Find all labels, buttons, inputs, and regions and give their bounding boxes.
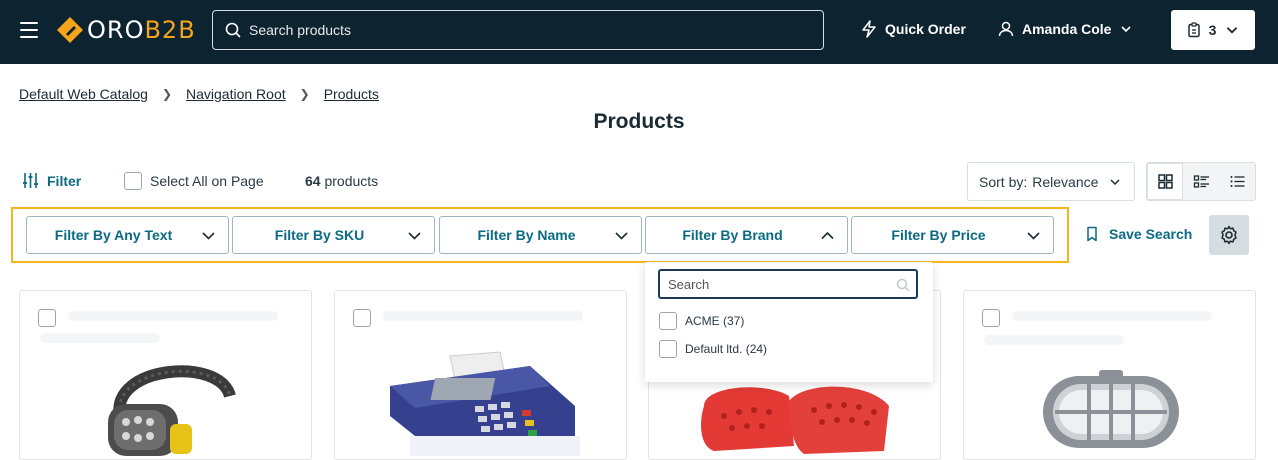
- save-search-label: Save Search: [1109, 226, 1193, 242]
- chevron-down-icon: [1110, 178, 1120, 185]
- breadcrumb-link-root[interactable]: Navigation Root: [186, 86, 286, 102]
- product-search-bar[interactable]: [212, 10, 824, 50]
- list-detailed-icon: [1193, 175, 1209, 188]
- breadcrumb-link-products[interactable]: Products: [324, 86, 379, 102]
- filter-name-label: Filter By Name: [477, 227, 576, 243]
- chevron-down-icon: [615, 232, 628, 240]
- chevron-right-icon: ❯: [299, 87, 310, 101]
- red-clogs-product-image: [701, 386, 889, 454]
- breadcrumb: Default Web Catalog ❯ Navigation Root ❯ …: [19, 86, 379, 102]
- grid-view-button[interactable]: [1147, 163, 1183, 200]
- filter-any-text-button[interactable]: Filter By Any Text: [26, 216, 229, 254]
- filter-brand-label: Filter By Brand: [682, 227, 783, 243]
- filter-brand-button[interactable]: Filter By Brand: [645, 216, 848, 254]
- product-card[interactable]: [334, 290, 627, 460]
- hamburger-menu-icon[interactable]: [20, 22, 38, 38]
- save-search-button[interactable]: Save Search: [1084, 226, 1192, 242]
- bulkhead-lamp-product-image: [1043, 370, 1179, 448]
- brand-option-checkbox[interactable]: [659, 340, 677, 358]
- search-icon: [225, 22, 241, 38]
- product-select-checkbox[interactable]: [353, 309, 371, 327]
- view-mode-switcher: [1146, 162, 1256, 201]
- brand-option-checkbox[interactable]: [659, 312, 677, 330]
- search-icon: [896, 278, 910, 292]
- gear-icon: [1221, 225, 1237, 245]
- product-card[interactable]: [963, 290, 1256, 460]
- product-select-checkbox[interactable]: [982, 309, 1000, 327]
- brand-option-label: Default ltd. (24): [685, 342, 768, 356]
- compact-list-view-button[interactable]: [1219, 163, 1255, 200]
- product-count: 64 products: [305, 173, 378, 189]
- filter-sku-button[interactable]: Filter By SKU: [232, 216, 435, 254]
- chevron-down-icon: [202, 232, 215, 240]
- card-terminal-product-image: [390, 351, 580, 456]
- clipboard-icon: [1187, 22, 1200, 38]
- grid-icon: [1157, 174, 1173, 189]
- select-all-label: Select All on Page: [150, 173, 264, 189]
- filter-name-button[interactable]: Filter By Name: [439, 216, 642, 254]
- search-input[interactable]: [249, 22, 789, 38]
- breadcrumb-link-catalog[interactable]: Default Web Catalog: [19, 86, 148, 102]
- select-all-on-page[interactable]: Select All on Page: [124, 172, 264, 190]
- filter-toggle-button[interactable]: Filter: [22, 172, 81, 189]
- brand-option-default-ltd[interactable]: Default ltd. (24): [659, 340, 767, 358]
- brand-option-label: ACME (37): [685, 314, 745, 328]
- filter-sku-label: Filter By SKU: [274, 227, 365, 243]
- logo[interactable]: OROB2B: [56, 14, 196, 46]
- logo-mark-icon: [57, 17, 83, 43]
- brand-search-input[interactable]: [668, 276, 888, 292]
- product-count-number: 64: [305, 173, 321, 189]
- select-all-checkbox[interactable]: [124, 172, 142, 190]
- list-view-button[interactable]: [1183, 163, 1219, 200]
- chevron-up-icon: [821, 231, 834, 240]
- brand-filter-dropdown: ACME (37) Default ltd. (24): [645, 262, 933, 382]
- user-menu[interactable]: Amanda Cole: [997, 20, 1133, 38]
- brand-option-acme[interactable]: ACME (37): [659, 312, 744, 330]
- quick-order-label: Quick Order: [885, 21, 966, 37]
- logo-text-oro: ORO: [87, 16, 145, 44]
- top-navigation-bar: OROB2B Quick Order Amanda Cole 3: [0, 0, 1278, 64]
- sort-value: Relevance: [1032, 173, 1099, 190]
- filter-settings-button[interactable]: [1209, 215, 1249, 255]
- filter-price-label: Filter By Price: [891, 227, 986, 243]
- product-count-suffix: products: [324, 173, 379, 189]
- filter-label: Filter: [47, 172, 82, 189]
- product-card[interactable]: [19, 290, 312, 460]
- filter-any-text-label: Filter By Any Text: [54, 227, 173, 243]
- sliders-icon: [23, 173, 38, 188]
- chevron-down-icon: [1121, 26, 1132, 33]
- headlamp-product-image: [108, 365, 236, 456]
- shopping-list-button[interactable]: 3: [1171, 10, 1255, 50]
- lightning-icon: [862, 20, 876, 38]
- filter-price-button[interactable]: Filter By Price: [851, 216, 1054, 254]
- bookmark-icon: [1087, 226, 1097, 242]
- sort-label: Sort by:: [979, 173, 1028, 190]
- chevron-down-icon: [1027, 232, 1040, 240]
- shopping-list-count: 3: [1208, 22, 1217, 38]
- logo-text-b2b: B2B: [144, 16, 196, 44]
- quick-order-link[interactable]: Quick Order: [860, 20, 966, 38]
- product-select-checkbox[interactable]: [38, 309, 56, 327]
- list-icon: [1230, 176, 1244, 187]
- page-title: Products: [593, 110, 685, 133]
- chevron-right-icon: ❯: [161, 87, 172, 101]
- brand-search-field[interactable]: [658, 269, 918, 299]
- user-icon: [998, 21, 1014, 37]
- user-name: Amanda Cole: [1022, 21, 1112, 37]
- chevron-down-icon: [408, 232, 421, 240]
- sort-dropdown[interactable]: Sort by: Relevance: [967, 162, 1135, 201]
- chevron-down-icon: [1227, 27, 1238, 34]
